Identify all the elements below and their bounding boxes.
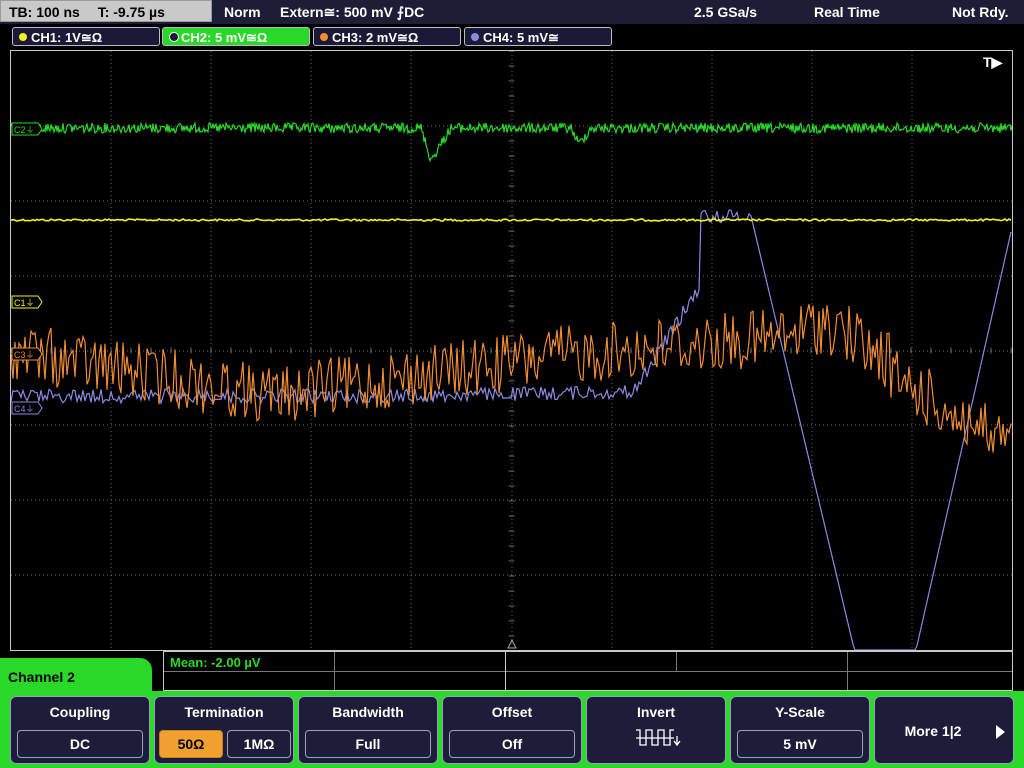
termination-softkey[interactable]: Termination 50Ω 1MΩ [154,696,294,764]
channel-tab-label: CH3: 2 mV≅Ω [332,30,419,45]
acquisition-mode[interactable]: Real Time [814,0,880,24]
ch1-waveform[interactable] [11,218,1012,222]
chevron-right-icon [996,725,1005,739]
invert-softkey[interactable]: Invert [586,696,726,764]
ch4-color-icon [471,33,479,41]
offset-value[interactable]: Off [449,730,575,758]
status-bar: TB: 100 ns T: -9.75 µs Norm Extern≅: 500… [0,0,1024,24]
ch3-marker-label: C3⏚ [14,350,35,360]
offset-softkey[interactable]: Offset Off [442,696,582,764]
mean-measurement: Mean: -2.00 µV [170,655,261,670]
acquisition-status: Not Rdy. [952,4,1009,20]
channel-tab-2[interactable]: CH2: 5 mV≅Ω [162,27,310,46]
softkey-title: Bandwidth [332,704,404,720]
softkey-title: Invert [636,704,676,720]
invert-square-wave-icon [636,729,681,747]
termination-1m-ohm-option[interactable]: 1MΩ [227,730,291,758]
bandwidth-softkey[interactable]: Bandwidth Full [298,696,438,764]
y-scale-value[interactable]: 5 mV [737,730,863,758]
divider [505,652,506,690]
timebase-box[interactable]: TB: 100 ns T: -9.75 µs [0,0,212,22]
trigger-source[interactable]: Extern≅: 500 mV ⨍DC [280,0,424,24]
divider [164,671,1012,672]
ch3-color-icon [320,33,328,41]
ch1-ground-marker[interactable]: C1⏚ [11,295,43,309]
y-scale-softkey[interactable]: Y-Scale 5 mV [730,696,870,764]
trigger-mode[interactable]: Norm [224,0,261,24]
graticule-grid [11,51,1012,650]
bandwidth-value[interactable]: Full [305,730,431,758]
trigger-position-value: T: -9.75 µs [97,4,165,20]
ch4-ground-marker[interactable]: C4⏚ [11,401,43,415]
more-softkey[interactable]: More 1|2 [874,696,1014,764]
trigger-marker-icon[interactable]: T▶ [983,54,1004,70]
ch1-marker-label: C1⏚ [14,298,35,308]
channel-tab-label: CH4: 5 mV≅ [483,30,559,45]
ch3-waveform[interactable] [11,304,1012,453]
divider [847,652,848,690]
channel-tab-3[interactable]: CH3: 2 mV≅Ω [313,27,461,46]
channel-tab-4[interactable]: CH4: 5 mV≅ [464,27,612,46]
softkey-title: Y-Scale [775,704,825,720]
channel-tab-label: CH1: 1V≅Ω [31,30,103,45]
softkey-title: Termination [184,704,264,720]
coupling-value[interactable]: DC [17,730,143,758]
ch3-ground-marker[interactable]: C3⏚ [11,347,43,361]
timebase-value: TB: 100 ns [9,4,80,20]
more-label: More 1|2 [904,723,962,739]
measurement-bar: Mean: -2.00 µV [163,651,1013,691]
waveform-display[interactable]: C1⏚ C2⏚ C3⏚ C4⏚ T▶ [10,50,1013,651]
softkey-title: Offset [491,704,533,720]
divider [334,652,335,690]
softkey-title: Coupling [49,704,111,720]
ch1-color-icon [19,33,27,41]
divider [676,652,677,671]
channel-tabs: CH1: 1V≅Ω CH2: 5 mV≅Ω CH3: 2 mV≅Ω CH4: 5… [0,26,1024,48]
channel-tab-1[interactable]: CH1: 1V≅Ω [12,27,160,46]
ch2-ground-marker[interactable]: C2⏚ [11,122,43,136]
ch2-color-icon [169,32,179,42]
termination-50-ohm-option[interactable]: 50Ω [159,730,223,758]
coupling-softkey[interactable]: Coupling DC [10,696,150,764]
sample-rate[interactable]: 2.5 GSa/s [694,0,757,24]
ch2-marker-label: C2⏚ [14,125,35,135]
channel-tab-label: CH2: 5 mV≅Ω [181,30,268,45]
ch4-marker-label: C4⏚ [14,404,35,414]
